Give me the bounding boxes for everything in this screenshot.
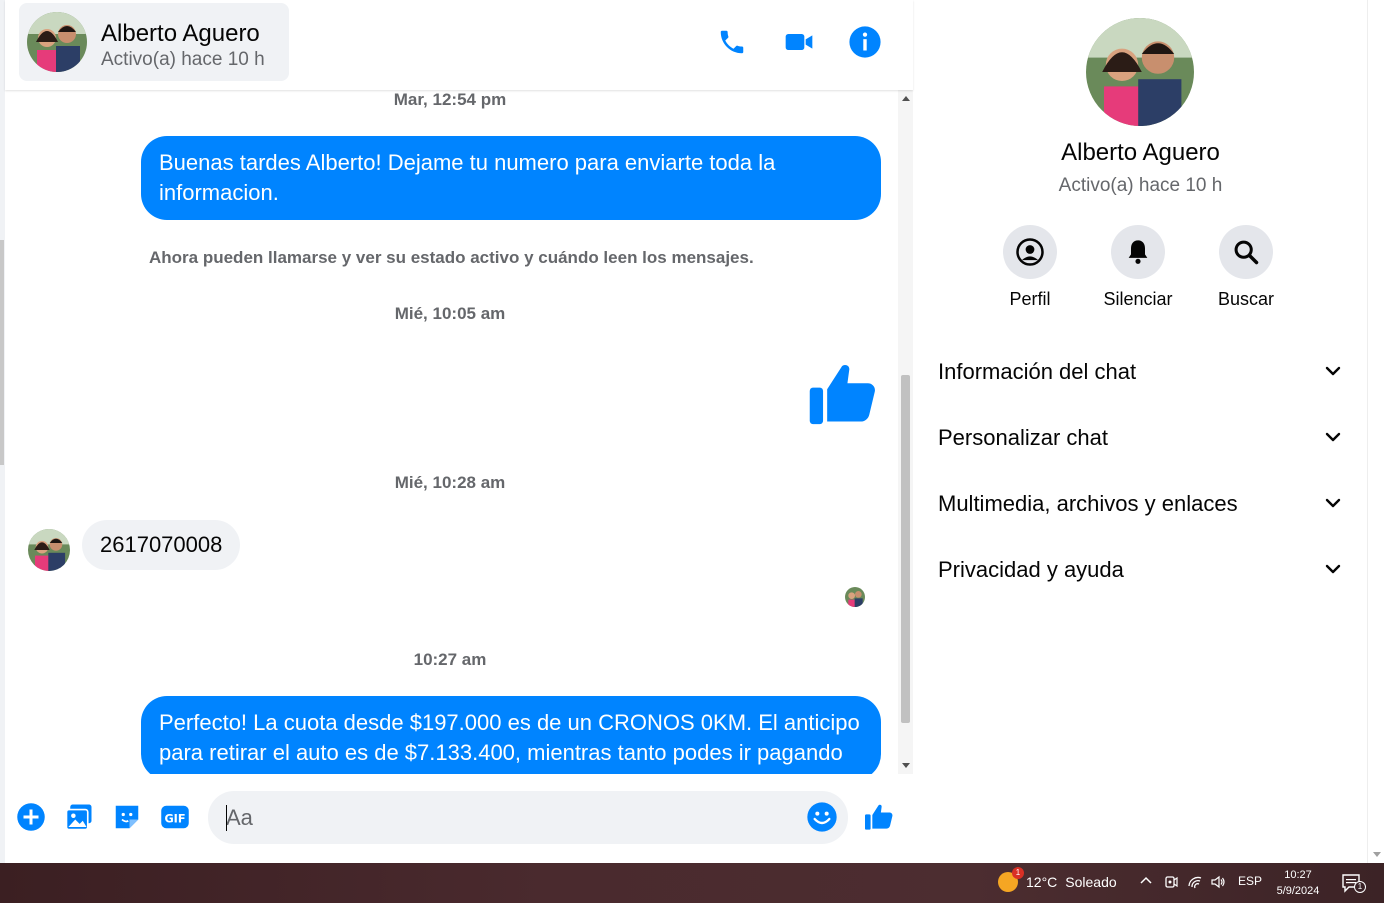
section-customize-chat[interactable]: Personalizar chat [926, 412, 1351, 462]
system-note: Ahora pueden llamarse y ver su estado ac… [149, 248, 754, 267]
section-chat-info[interactable]: Información del chat [926, 346, 1351, 396]
message-list: Mar, 12:54 pm Buenas tardes Alberto! Dej… [5, 90, 898, 774]
page-scrollbar[interactable] [1367, 0, 1384, 863]
section-privacy-help[interactable]: Privacidad y ayuda [926, 544, 1351, 594]
section-media-files-links[interactable]: Multimedia, archivos y enlaces [926, 478, 1351, 528]
profile-button[interactable]: Perfil [990, 225, 1070, 310]
contact-name: Alberto Aguero [101, 20, 260, 47]
incoming-message[interactable]: 2617070008 [82, 520, 241, 570]
windows-taskbar: 1 12°C Soleado ESP 10:27 5/9/2024 1 [0, 863, 1384, 903]
conversation-info-panel: Alberto Aguero Activo(a) hace 10 h Perfi… [914, 0, 1367, 863]
wifi-icon[interactable] [1187, 874, 1203, 893]
chevron-down-icon [1325, 498, 1341, 508]
sticker-icon[interactable] [110, 800, 144, 834]
mute-button[interactable]: Silenciar [1098, 225, 1178, 310]
scroll-down-arrow-icon[interactable] [902, 763, 910, 768]
thumbs-up-message-icon[interactable] [805, 356, 885, 434]
composer-bar: GIF [5, 774, 913, 863]
gif-icon[interactable]: GIF [158, 800, 192, 834]
message-timestamp: 10:27 am [413, 650, 487, 669]
profile-status: Activo(a) hace 10 h [1058, 175, 1223, 196]
chevron-down-icon [1325, 564, 1341, 574]
image-icon[interactable] [62, 800, 96, 834]
left-resize-grip[interactable] [0, 240, 4, 465]
section-title: Información del chat [938, 359, 1137, 384]
weather-description: Soleado [1065, 874, 1117, 890]
bell-icon [1111, 225, 1165, 279]
message-input[interactable] [226, 801, 786, 835]
message-timestamp: Mar, 12:54 pm [393, 90, 507, 109]
search-button[interactable]: Buscar [1206, 225, 1286, 310]
outgoing-message[interactable]: Perfecto! La cuota desde $197.000 es de … [141, 696, 881, 774]
read-receipt-avatar [845, 587, 865, 607]
svg-text:GIF: GIF [164, 812, 185, 825]
text-caret [226, 805, 227, 831]
chevron-down-icon [1325, 432, 1341, 442]
meet-now-icon[interactable] [1163, 874, 1179, 893]
emoji-icon[interactable] [806, 801, 838, 833]
chevron-down-icon [1325, 366, 1341, 376]
message-timestamp: Mié, 10:28 am [394, 473, 506, 492]
weather-temperature: 12°C [1026, 874, 1058, 890]
notification-center-icon[interactable]: 1 [1341, 873, 1366, 895]
system-clock[interactable]: 10:27 5/9/2024 [1268, 867, 1328, 899]
scroll-up-arrow-icon[interactable] [902, 96, 910, 101]
chevron-up-icon[interactable] [1139, 874, 1153, 891]
plus-icon[interactable] [14, 800, 48, 834]
scroll-down-arrow-icon[interactable] [1373, 852, 1381, 857]
sun-icon: 1 [998, 867, 1024, 892]
message-timestamp: Mié, 10:05 am [394, 304, 506, 323]
chat-header: Alberto Aguero Activo(a) hace 10 h [5, 0, 913, 90]
contact-status: Activo(a) hace 10 h [101, 49, 265, 70]
profile-name: Alberto Aguero [1061, 139, 1220, 166]
info-icon[interactable] [847, 24, 883, 60]
weather-widget[interactable]: 1 12°C Soleado [998, 867, 1117, 892]
outgoing-message[interactable]: Buenas tardes Alberto! Dejame tu numero … [141, 136, 881, 220]
chat-panel: Alberto Aguero Activo(a) hace 10 h Mar, … [5, 0, 913, 863]
profile-avatar[interactable] [1086, 18, 1194, 126]
language-indicator[interactable]: ESP [1238, 874, 1262, 888]
profile-icon [1003, 225, 1057, 279]
weather-badge: 1 [1012, 867, 1024, 879]
contact-header-button[interactable]: Alberto Aguero Activo(a) hace 10 h [19, 3, 289, 81]
avatar [27, 12, 87, 72]
search-button-label: Buscar [1217, 289, 1275, 309]
search-icon [1219, 225, 1273, 279]
profile-button-label: Perfil [1009, 289, 1051, 309]
clock-time: 10:27 [1284, 869, 1312, 881]
message-input-container [208, 791, 848, 844]
thumbs-up-icon[interactable] [862, 800, 896, 834]
message-scrollbar[interactable] [898, 90, 913, 774]
avatar [28, 529, 70, 571]
phone-icon[interactable] [714, 24, 750, 60]
video-camera-icon[interactable] [781, 24, 817, 60]
notification-count-badge: 1 [1354, 881, 1366, 893]
section-title: Privacidad y ayuda [938, 557, 1124, 582]
scrollbar-thumb[interactable] [901, 375, 910, 723]
volume-icon[interactable] [1210, 874, 1226, 893]
messenger-window: Alberto Aguero Activo(a) hace 10 h Mar, … [0, 0, 1384, 863]
mute-button-label: Silenciar [1103, 289, 1173, 309]
section-title: Multimedia, archivos y enlaces [938, 491, 1238, 516]
section-title: Personalizar chat [938, 425, 1108, 450]
clock-date: 5/9/2024 [1276, 885, 1320, 897]
